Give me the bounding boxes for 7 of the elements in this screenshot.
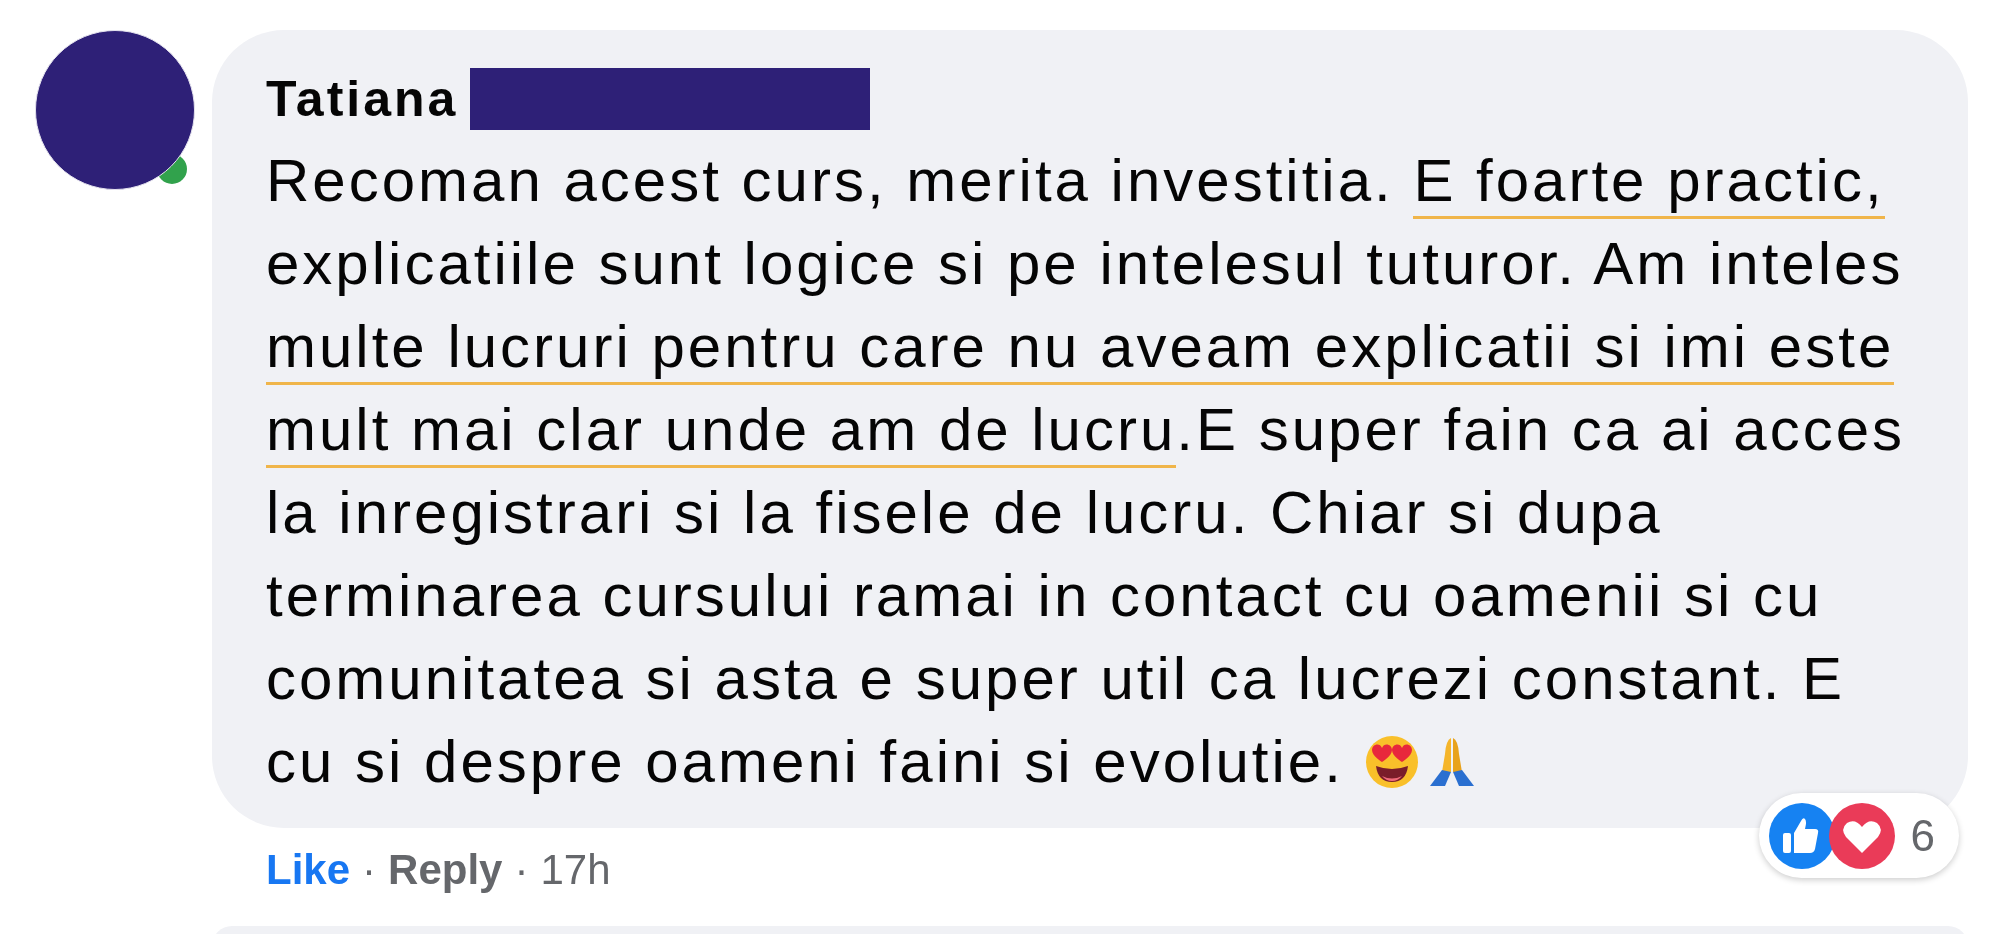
- like-link[interactable]: Like: [266, 846, 351, 894]
- separator-dot: ·: [514, 846, 529, 894]
- reaction-count-button[interactable]: 6: [1758, 793, 1959, 878]
- comment-time[interactable]: 17h: [540, 846, 611, 894]
- separator-dot: ·: [362, 846, 377, 894]
- reply-link[interactable]: Reply: [388, 846, 503, 894]
- author-name[interactable]: Tatiana: [266, 70, 459, 128]
